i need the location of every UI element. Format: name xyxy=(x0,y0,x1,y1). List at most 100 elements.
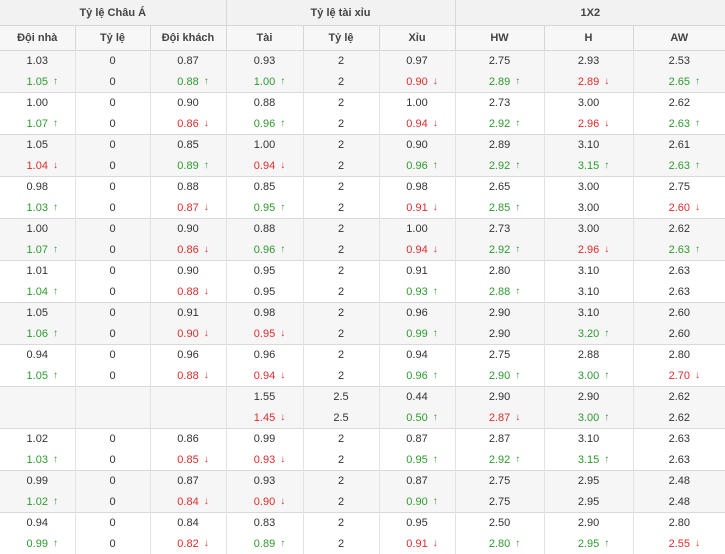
group-header-over-under: Tỷ lệ tài xỉu xyxy=(226,0,455,26)
odds-value: 0 xyxy=(109,76,115,88)
odds-value: 2.61 xyxy=(669,139,690,151)
odds-cell: 2.70↓ xyxy=(633,366,725,387)
odds-value: 2.65 xyxy=(489,181,510,193)
odds-value: 1.00 xyxy=(27,97,48,109)
odds-value: 1.07↑ xyxy=(27,118,48,130)
odds-cell: 2.5 xyxy=(303,387,379,408)
odds-cell: 2.60 xyxy=(633,324,725,345)
arrow-down-icon: ↓ xyxy=(204,370,209,381)
odds-cell: 0.93↑ xyxy=(379,282,455,303)
odds-value: 2 xyxy=(338,517,344,529)
odds-value: 2 xyxy=(338,97,344,109)
odds-cell: 2.63 xyxy=(633,282,725,303)
odds-value: 2 xyxy=(338,349,344,361)
odds-value: 1.03↑ xyxy=(27,202,48,214)
odds-value: 0.94 xyxy=(406,349,427,361)
odds-cell: 0.99 xyxy=(0,471,75,492)
odds-cell: 2.96↓ xyxy=(544,114,633,135)
odds-cell: 2.89↑ xyxy=(455,72,544,93)
odds-value: 2.60 xyxy=(669,307,690,319)
odds-value: 2.63 xyxy=(669,454,690,466)
odds-cell: 0.98 xyxy=(226,303,303,324)
odds-cell: 0 xyxy=(75,261,150,282)
odds-cell: 2 xyxy=(303,366,379,387)
arrow-down-icon: ↓ xyxy=(280,454,285,465)
arrow-up-icon: ↑ xyxy=(515,286,520,297)
col-header-home: Đội nhà xyxy=(0,26,75,51)
odds-cell: 2 xyxy=(303,513,379,534)
odds-value: 0 xyxy=(109,433,115,445)
odds-cell: 2.80 xyxy=(633,345,725,366)
odds-value: 2.75 xyxy=(489,55,510,67)
odds-cell: 0 xyxy=(75,240,150,261)
odds-cell: 0 xyxy=(75,513,150,534)
odds-value: 0.85↓ xyxy=(177,454,198,466)
odds-value: 2 xyxy=(338,181,344,193)
odds-value: 0.94↓ xyxy=(254,160,275,172)
odds-value: 1.00 xyxy=(406,97,427,109)
odds-value: 2.63 xyxy=(669,265,690,277)
odds-cell: 2 xyxy=(303,156,379,177)
odds-value: 2.5 xyxy=(333,391,348,403)
odds-value: 0.98 xyxy=(406,181,427,193)
odds-value: 0.96 xyxy=(177,349,198,361)
odds-cell: 0.87 xyxy=(379,429,455,450)
arrow-up-icon: ↑ xyxy=(53,244,58,255)
odds-value: 0.90↓ xyxy=(177,328,198,340)
odds-value: 2.92↑ xyxy=(489,244,510,256)
arrow-up-icon: ↑ xyxy=(53,76,58,87)
odds-value: 0.90 xyxy=(177,223,198,235)
arrow-up-icon: ↑ xyxy=(433,412,438,423)
odds-value: 0 xyxy=(109,223,115,235)
odds-value: 0.96↑ xyxy=(406,370,427,382)
odds-cell: 2.63 xyxy=(633,261,725,282)
odds-cell: 2.85↑ xyxy=(455,198,544,219)
odds-value: 1.05 xyxy=(27,139,48,151)
odds-value: 0.95 xyxy=(254,286,275,298)
arrow-down-icon: ↓ xyxy=(604,76,609,87)
odds-row-current: 1.03↑00.87↓0.95↑20.91↓2.85↑3.002.60↓ xyxy=(0,198,725,219)
arrow-up-icon: ↑ xyxy=(515,202,520,213)
odds-value: 2.87↓ xyxy=(489,412,510,424)
odds-value: 2.50 xyxy=(489,517,510,529)
odds-cell: 2 xyxy=(303,282,379,303)
odds-value: 0.88 xyxy=(177,181,198,193)
odds-value: 2.85↑ xyxy=(489,202,510,214)
odds-cell: 2.92↑ xyxy=(455,114,544,135)
arrow-up-icon: ↑ xyxy=(604,160,609,171)
odds-cell: 2 xyxy=(303,240,379,261)
arrow-up-icon: ↑ xyxy=(695,244,700,255)
odds-cell: 0.95 xyxy=(379,513,455,534)
odds-cell: 0.91 xyxy=(150,303,226,324)
odds-row-opening: 0.9800.880.8520.982.653.002.75 xyxy=(0,177,725,198)
odds-value: 2.63↑ xyxy=(669,118,690,130)
arrow-down-icon: ↓ xyxy=(280,496,285,507)
odds-value: 2.92↑ xyxy=(489,118,510,130)
odds-cell: 2.60 xyxy=(633,303,725,324)
odds-cell: 0.98 xyxy=(0,177,75,198)
odds-cell: 0.90↓ xyxy=(226,492,303,513)
arrow-up-icon: ↑ xyxy=(695,118,700,129)
odds-value: 0.84 xyxy=(177,517,198,529)
arrow-up-icon: ↑ xyxy=(53,496,58,507)
odds-cell: 2 xyxy=(303,450,379,471)
odds-value: 2 xyxy=(338,76,344,88)
odds-cell: 2 xyxy=(303,303,379,324)
odds-cell: 0.99↑ xyxy=(0,534,75,554)
odds-cell: 0.84 xyxy=(150,513,226,534)
odds-cell: 0.44 xyxy=(379,387,455,408)
odds-cell: 0.96↑ xyxy=(379,156,455,177)
odds-cell: 0 xyxy=(75,93,150,114)
odds-table: Tỷ lệ Châu Á Tỷ lệ tài xỉu 1X2 Đội nhà T… xyxy=(0,0,725,554)
odds-cell: 2.87 xyxy=(455,429,544,450)
odds-cell: 2.80 xyxy=(455,261,544,282)
odds-value: 3.00 xyxy=(578,223,599,235)
odds-cell: 0.87 xyxy=(150,51,226,72)
odds-value: 0.99 xyxy=(27,475,48,487)
odds-value: 3.10 xyxy=(578,139,599,151)
odds-cell: 2.61 xyxy=(633,135,725,156)
odds-value: 0.95↑ xyxy=(406,454,427,466)
arrow-up-icon: ↑ xyxy=(515,160,520,171)
odds-row-current: 1.04↑00.88↓0.9520.93↑2.88↑3.102.63 xyxy=(0,282,725,303)
odds-cell: 0 xyxy=(75,471,150,492)
